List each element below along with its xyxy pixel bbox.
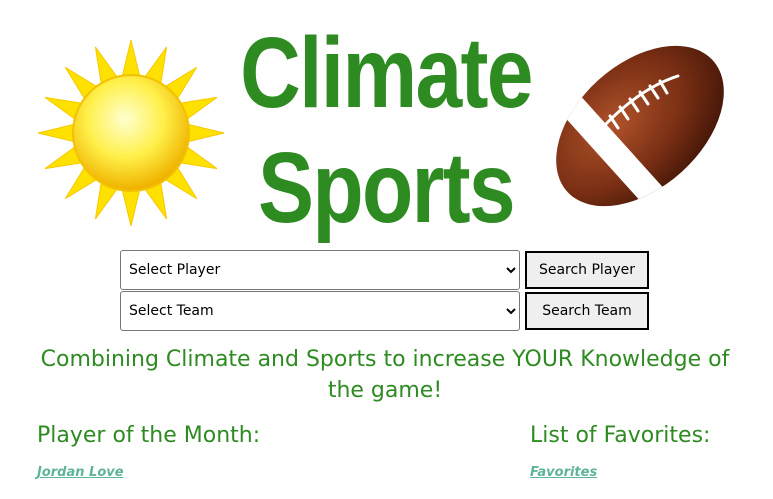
sun-ray: [121, 39, 141, 80]
sun-ray: [121, 186, 141, 227]
site-title-line-2: Sports: [258, 132, 516, 244]
player-of-month-link[interactable]: Jordan Love: [37, 465, 124, 480]
search-player-button[interactable]: Search Player: [525, 251, 649, 289]
player-select[interactable]: Select Player: [120, 250, 520, 290]
favorites-heading: List of Favorites:: [530, 423, 711, 448]
search-team-button[interactable]: Search Team: [525, 292, 649, 330]
sun-icon: [37, 39, 225, 227]
sun-ray: [37, 123, 78, 143]
tagline: Combining Climate and Sports to increase…: [40, 347, 730, 403]
sun-ray: [184, 123, 225, 143]
team-select[interactable]: Select Team: [120, 291, 520, 331]
football-icon: [540, 36, 740, 216]
favorites-link[interactable]: Favorites: [530, 465, 597, 480]
site-title-line-1: Climate: [240, 17, 533, 129]
player-of-month-heading: Player of the Month:: [37, 423, 261, 448]
